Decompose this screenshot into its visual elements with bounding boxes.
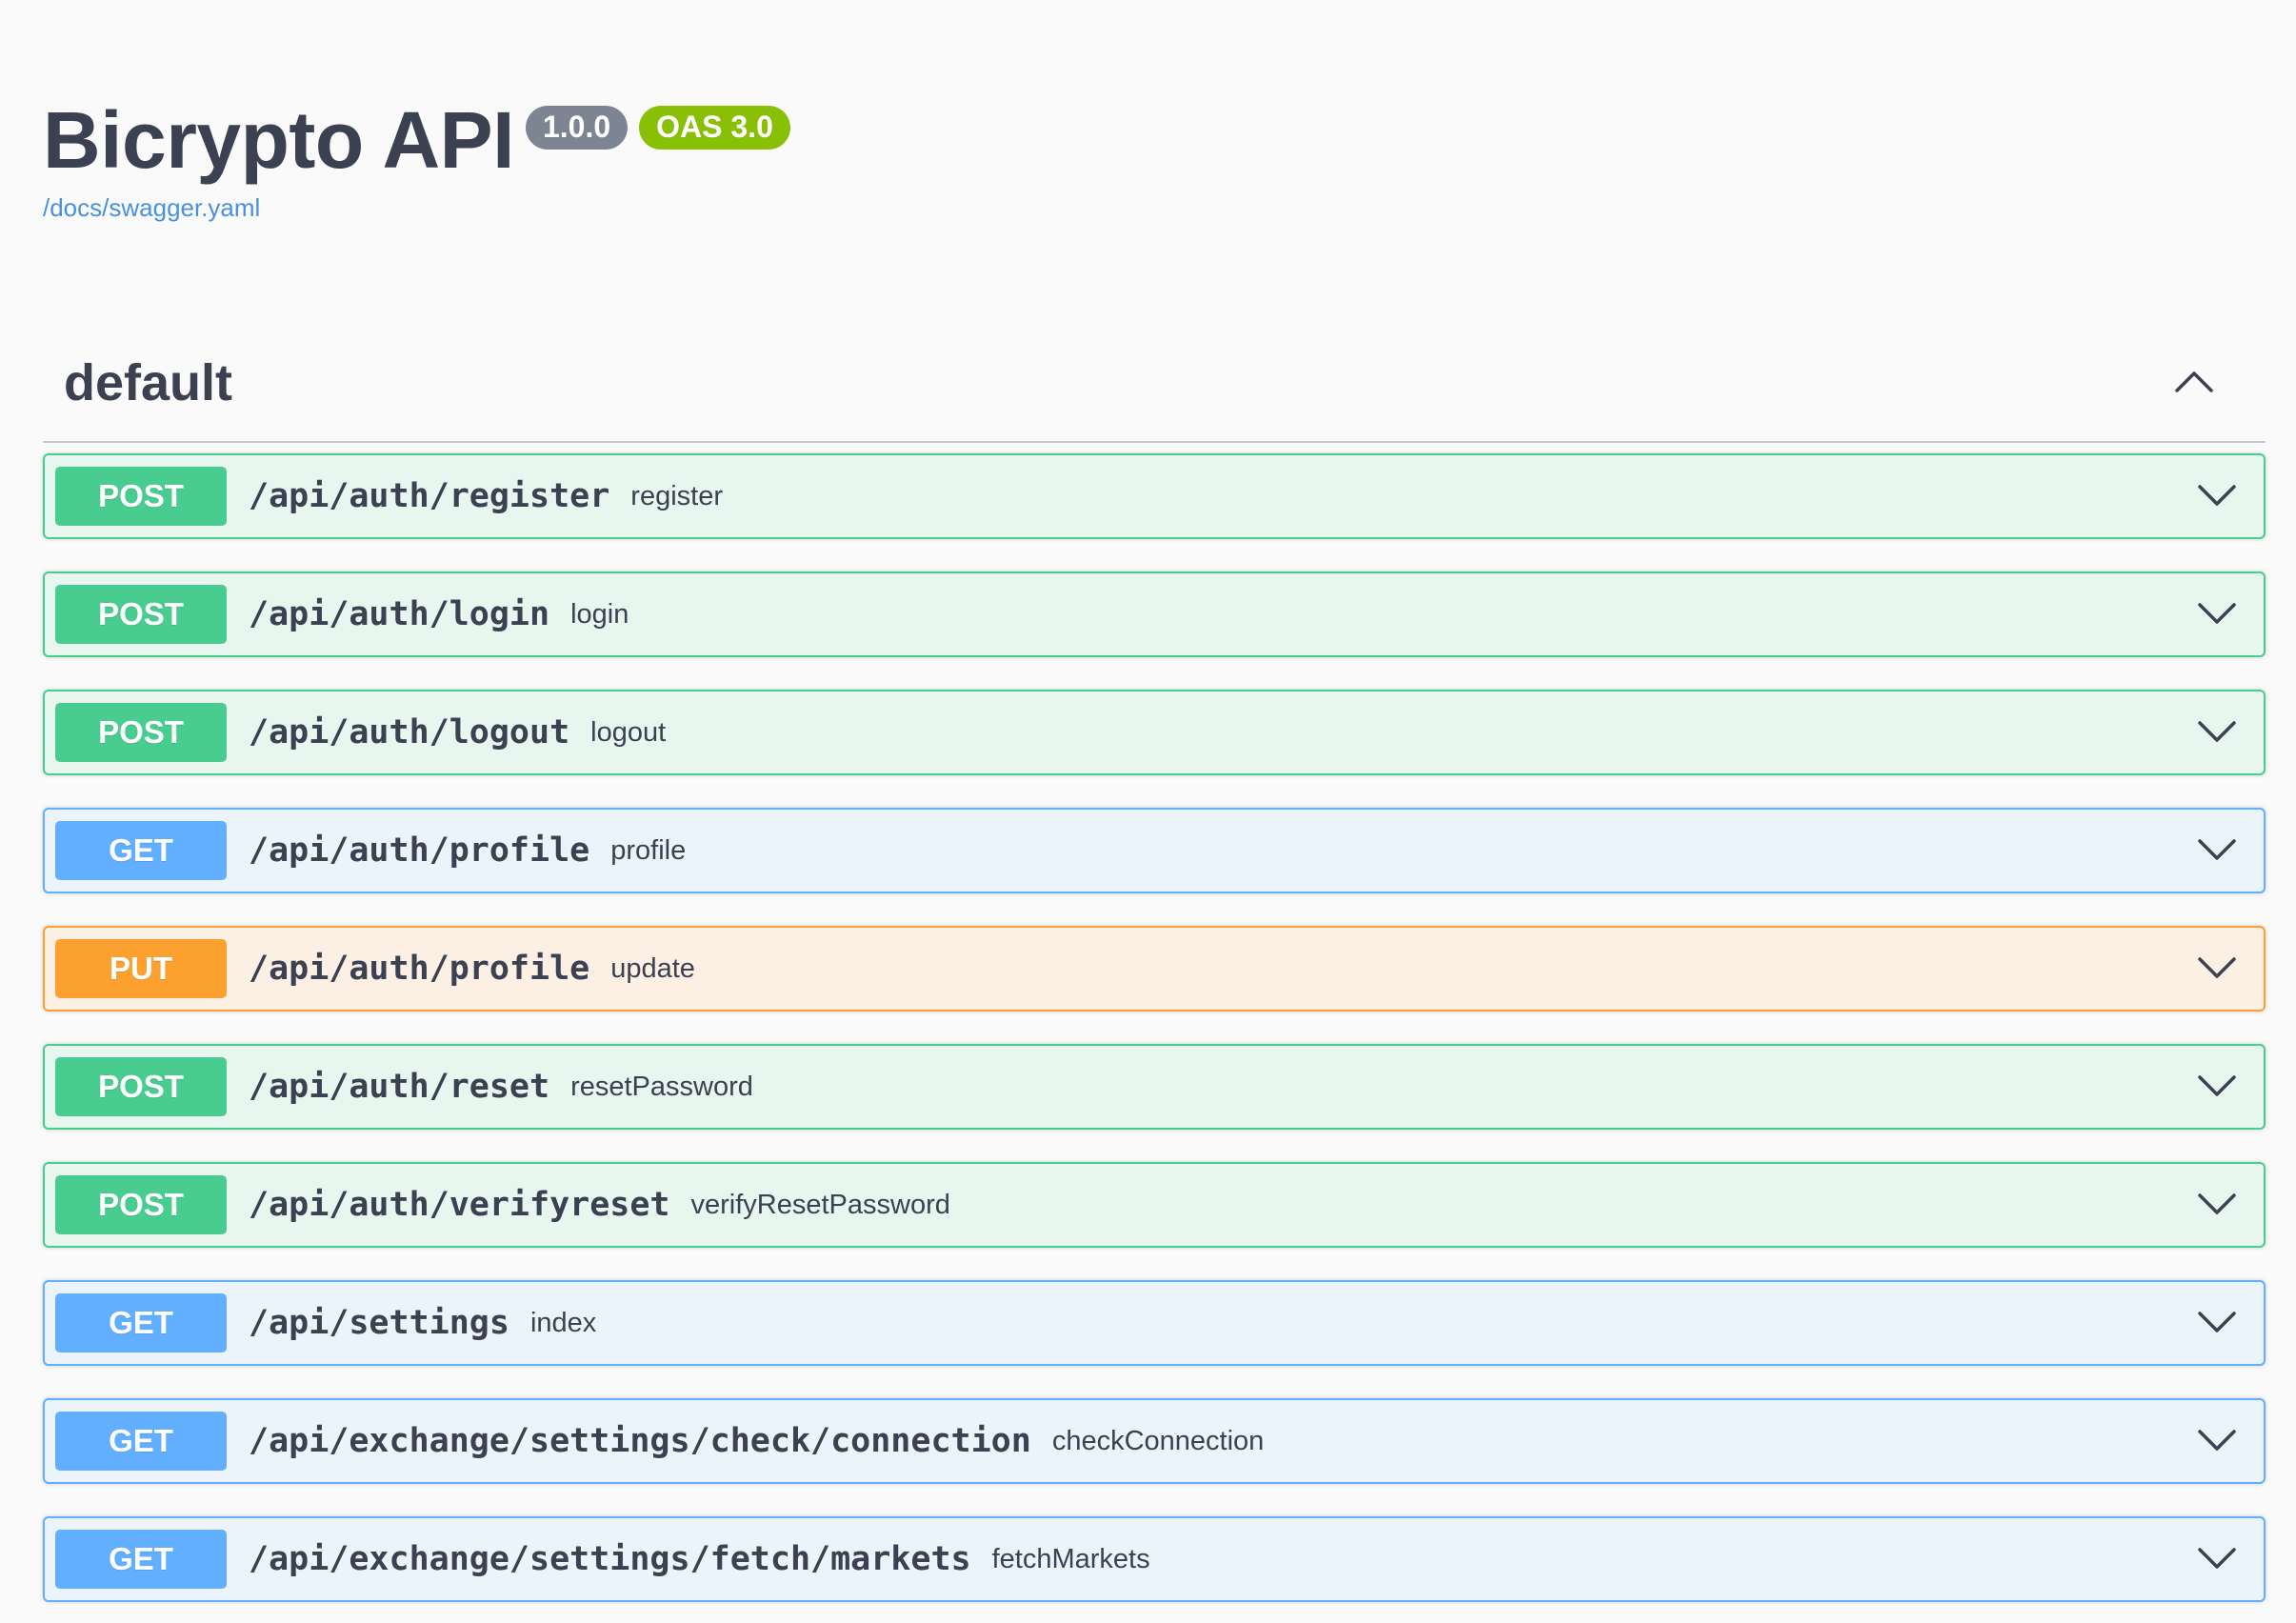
section-title: default bbox=[64, 354, 233, 411]
operation-path: /api/auth/verifyreset bbox=[249, 1186, 670, 1224]
chevron-down-icon bbox=[2198, 721, 2236, 742]
section-header-default[interactable]: default bbox=[43, 357, 2266, 443]
chevron-down-icon bbox=[2198, 1312, 2236, 1332]
chevron-up-icon bbox=[2175, 371, 2213, 392]
method-badge: POST bbox=[55, 467, 227, 526]
operation-summary: profile bbox=[610, 834, 687, 866]
operation-path: /api/exchange/settings/check/connection bbox=[249, 1422, 1031, 1460]
operation-path: /api/auth/profile bbox=[249, 950, 590, 988]
method-badge: PUT bbox=[55, 939, 227, 998]
operation-summary: verifyResetPassword bbox=[690, 1189, 950, 1220]
chevron-down-icon bbox=[2198, 839, 2236, 860]
expand-operation-button[interactable] bbox=[2195, 1419, 2239, 1463]
operation-summary: logout bbox=[590, 716, 667, 748]
operation-path: /api/auth/register bbox=[249, 477, 610, 515]
expand-operation-button[interactable] bbox=[2195, 829, 2239, 872]
operation-row-put-update[interactable]: PUT /api/auth/profile update bbox=[43, 926, 2266, 1012]
expand-operation-button[interactable] bbox=[2195, 947, 2239, 991]
expand-operation-button[interactable] bbox=[2195, 711, 2239, 754]
api-title: Bicrypto API bbox=[43, 95, 514, 185]
method-badge: POST bbox=[55, 703, 227, 762]
method-badge: POST bbox=[55, 1057, 227, 1116]
expand-operation-button[interactable] bbox=[2195, 1537, 2239, 1581]
title-row: Bicrypto API 1.0.0 OAS 3.0 bbox=[43, 100, 2266, 180]
operation-summary: register bbox=[630, 480, 723, 511]
operation-summary: login bbox=[570, 598, 629, 630]
chevron-down-icon bbox=[2198, 603, 2236, 624]
swagger-ui: Bicrypto API 1.0.0 OAS 3.0 /docs/swagger… bbox=[43, 0, 2266, 1602]
expand-operation-button[interactable] bbox=[2195, 1301, 2239, 1345]
operation-path: /api/settings bbox=[249, 1304, 509, 1342]
chevron-down-icon bbox=[2198, 1075, 2236, 1096]
oas-badge: OAS 3.0 bbox=[639, 106, 790, 150]
operation-summary: fetchMarkets bbox=[991, 1543, 1150, 1574]
operation-path: /api/auth/login bbox=[249, 595, 550, 633]
api-info: Bicrypto API 1.0.0 OAS 3.0 /docs/swagger… bbox=[43, 0, 2266, 243]
method-badge: GET bbox=[55, 1293, 227, 1352]
operation-summary: index bbox=[529, 1307, 597, 1338]
spec-url-link[interactable]: /docs/swagger.yaml bbox=[43, 193, 260, 223]
collapse-section-button[interactable] bbox=[2170, 357, 2218, 405]
expand-operation-button[interactable] bbox=[2195, 474, 2239, 518]
operation-row-post-resetPassword[interactable]: POST /api/auth/reset resetPassword bbox=[43, 1044, 2266, 1130]
method-badge: GET bbox=[55, 1412, 227, 1471]
operation-row-post-verifyResetPassword[interactable]: POST /api/auth/verifyreset verifyResetPa… bbox=[43, 1162, 2266, 1248]
operation-row-get-checkConnection[interactable]: GET /api/exchange/settings/check/connect… bbox=[43, 1398, 2266, 1484]
operations-list: POST /api/auth/register register POST /a… bbox=[43, 453, 2266, 1602]
operation-path: /api/auth/logout bbox=[249, 713, 570, 751]
operation-row-post-login[interactable]: POST /api/auth/login login bbox=[43, 571, 2266, 657]
operation-path: /api/auth/profile bbox=[249, 832, 590, 870]
method-badge: POST bbox=[55, 1175, 227, 1234]
chevron-down-icon bbox=[2198, 1193, 2236, 1214]
operation-path: /api/auth/reset bbox=[249, 1068, 550, 1106]
chevron-down-icon bbox=[2198, 1430, 2236, 1451]
operation-row-post-logout[interactable]: POST /api/auth/logout logout bbox=[43, 690, 2266, 775]
operation-row-get-fetchMarkets[interactable]: GET /api/exchange/settings/fetch/markets… bbox=[43, 1516, 2266, 1602]
chevron-down-icon bbox=[2198, 485, 2236, 506]
method-badge: POST bbox=[55, 585, 227, 644]
operation-row-get-profile[interactable]: GET /api/auth/profile profile bbox=[43, 808, 2266, 893]
operation-row-get-index[interactable]: GET /api/settings index bbox=[43, 1280, 2266, 1366]
method-badge: GET bbox=[55, 1530, 227, 1589]
expand-operation-button[interactable] bbox=[2195, 1183, 2239, 1227]
operation-path: /api/exchange/settings/fetch/markets bbox=[249, 1540, 971, 1578]
operation-row-post-register[interactable]: POST /api/auth/register register bbox=[43, 453, 2266, 539]
version-badge: 1.0.0 bbox=[525, 106, 629, 150]
expand-operation-button[interactable] bbox=[2195, 592, 2239, 636]
expand-operation-button[interactable] bbox=[2195, 1065, 2239, 1109]
chevron-down-icon bbox=[2198, 957, 2236, 978]
operation-summary: update bbox=[610, 952, 695, 984]
method-badge: GET bbox=[55, 821, 227, 880]
chevron-down-icon bbox=[2198, 1548, 2236, 1569]
operation-summary: checkConnection bbox=[1051, 1425, 1265, 1456]
operation-summary: resetPassword bbox=[570, 1071, 753, 1102]
